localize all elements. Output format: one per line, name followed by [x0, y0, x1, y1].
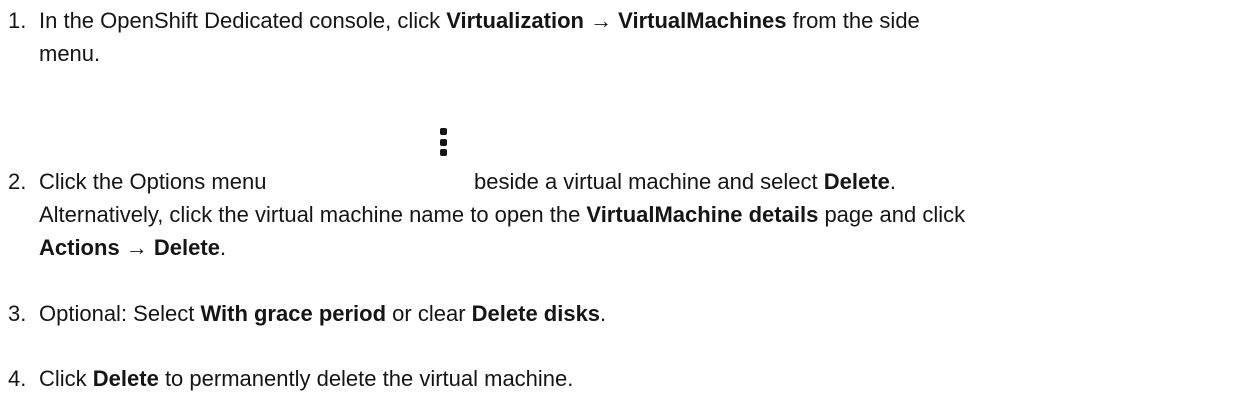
step-number: 3. — [8, 301, 27, 326]
step-1: 1. In the OpenShift Dedicated console, c… — [0, 4, 1230, 70]
text-run: to permanently delete the virtual machin… — [158, 366, 574, 391]
kebab-vertical-icon — [437, 128, 451, 162]
text-run: or clear — [386, 301, 472, 326]
step-number: 1. — [8, 8, 27, 33]
delete-disks-label: Delete disks — [471, 301, 601, 326]
menu-path-virtualization-virtualmachines: Virtualization → VirtualMachines — [446, 8, 787, 33]
text-run: Alternatively, click the virtual machine… — [39, 202, 587, 227]
delete-label: Delete — [823, 169, 890, 194]
step-1-line-2: menu. — [39, 37, 100, 70]
actions-delete-path: Actions → Delete — [39, 235, 220, 260]
step-3: 3. Optional: Select With grace period or… — [0, 297, 1230, 330]
step-2-line-1-continued: beside a virtual machine and select Dele… — [474, 165, 896, 198]
step-4: 4. Click Delete to permanently delete th… — [0, 362, 1230, 395]
text-run: In the OpenShift Dedicated console, clic… — [39, 8, 447, 33]
text-run: page and click — [818, 202, 966, 227]
text-run: beside a virtual machine and select — [474, 169, 824, 194]
text-run: Click the Options menu — [39, 169, 267, 194]
step-2-line-1: Click the Options menu — [39, 165, 266, 198]
step-4-line-1: Click Delete to permanently delete the v… — [39, 362, 573, 395]
procedure-document: { "steps": [ { "number": "1.", "lines": … — [0, 0, 1237, 419]
step-2: 2. Click the Options menu beside a virtu… — [0, 165, 1230, 265]
step-2-line-2: Alternatively, click the virtual machine… — [39, 198, 965, 231]
step-number: 2. — [8, 169, 27, 194]
text-run: Click — [39, 366, 93, 391]
step-number: 4. — [8, 366, 27, 391]
text-run: from the side — [786, 8, 920, 33]
text-run: . — [600, 301, 607, 326]
delete-label: Delete — [92, 366, 159, 391]
step-3-line-1: Optional: Select With grace period or cl… — [39, 297, 606, 330]
text-run: menu. — [39, 41, 101, 66]
with-grace-period-label: With grace period — [200, 301, 387, 326]
virtualmachine-details-label: VirtualMachine details — [586, 202, 819, 227]
text-run: . — [219, 235, 227, 260]
text-run: . — [889, 169, 896, 194]
step-1-line-1: In the OpenShift Dedicated console, clic… — [39, 4, 920, 37]
step-2-line-3: Actions → Delete. — [39, 231, 226, 264]
text-run: Optional: Select — [39, 301, 201, 326]
